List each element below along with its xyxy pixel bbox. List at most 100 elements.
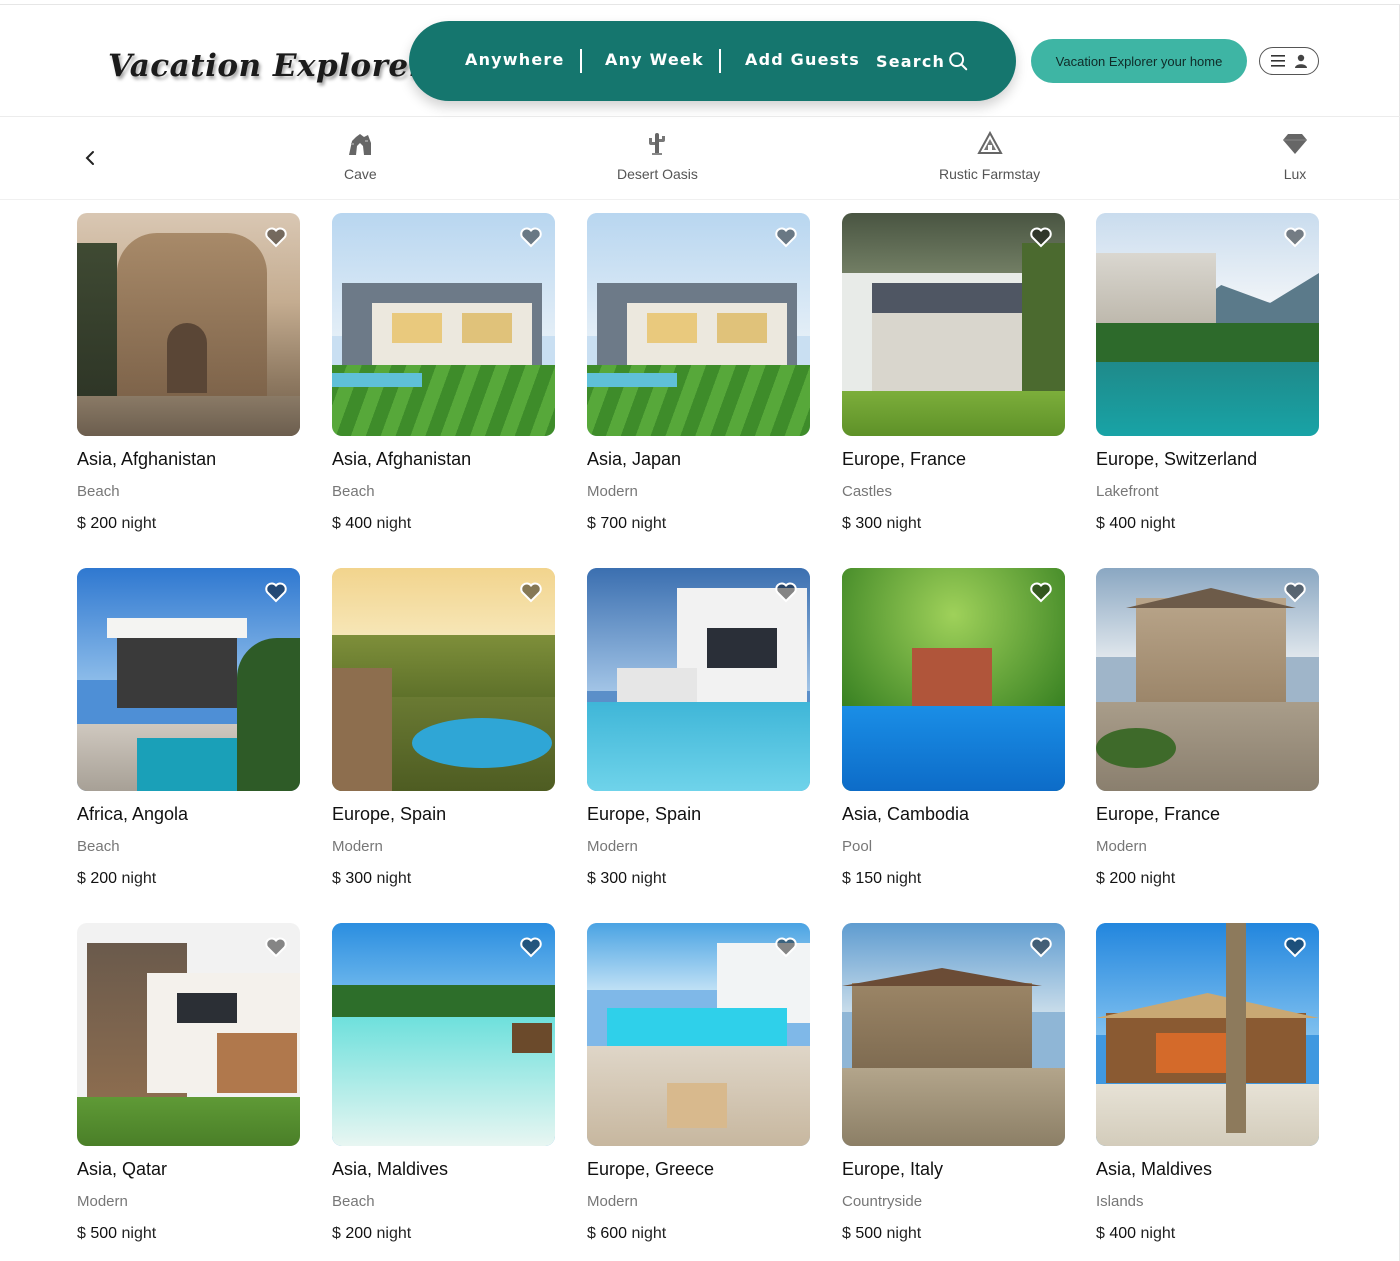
search-button[interactable]: Search: [876, 50, 969, 72]
listing-photo[interactable]: [77, 923, 300, 1146]
listing-photo[interactable]: [842, 923, 1065, 1146]
anywhere-button[interactable]: Anywhere: [465, 50, 565, 69]
listing-card[interactable]: Europe, Spain Modern $ 300 night: [587, 568, 810, 889]
menu-icon: [1270, 55, 1285, 67]
category-scroll-left-button[interactable]: [78, 146, 102, 170]
heart-icon[interactable]: [1283, 225, 1307, 249]
add-guests-button[interactable]: Add Guests: [745, 50, 860, 69]
farmstay-icon: [976, 130, 1004, 158]
listing-location: Europe, Switzerland: [1096, 449, 1258, 469]
category-desert-oasis[interactable]: Desert Oasis: [617, 130, 698, 182]
heart-icon[interactable]: [519, 935, 543, 959]
listing-location: Europe, Spain: [332, 804, 447, 824]
search-bar[interactable]: Anywhere Any Week Add Guests Search: [409, 21, 1016, 101]
listing-photo[interactable]: [1096, 568, 1319, 791]
listing-card[interactable]: Europe, France Modern $ 200 night: [1096, 568, 1319, 889]
search-divider: [719, 49, 721, 73]
heart-icon[interactable]: [1029, 225, 1053, 249]
listing-category: Modern: [332, 838, 383, 855]
listing-card[interactable]: Asia, Cambodia Pool $ 150 night: [842, 568, 1065, 889]
listing-category: Lakefront: [1096, 483, 1159, 500]
listing-location: Asia, Cambodia: [842, 804, 970, 824]
listing-card[interactable]: Asia, Japan Modern $ 700 night: [587, 213, 810, 534]
listing-card[interactable]: Asia, Afghanistan Beach $ 400 night: [332, 213, 555, 534]
category-label: Cave: [344, 166, 377, 182]
listing-card[interactable]: Europe, Greece Modern $ 600 night: [587, 923, 810, 1244]
listing-photo[interactable]: [332, 568, 555, 791]
listing-location: Europe, France: [842, 449, 967, 469]
heart-icon[interactable]: [1283, 935, 1307, 959]
listing-location: Europe, France: [1096, 804, 1221, 824]
listing-category: Castles: [842, 483, 893, 500]
host-home-button[interactable]: Vacation Explorer your home: [1031, 39, 1247, 83]
listing-photo[interactable]: [587, 923, 810, 1146]
heart-icon[interactable]: [264, 225, 288, 249]
listing-price: $ 200 night: [332, 1225, 412, 1242]
heart-icon[interactable]: [774, 225, 798, 249]
listing-card[interactable]: Asia, Afghanistan Beach $ 200 night: [77, 213, 300, 534]
listing-category: Islands: [1096, 1193, 1144, 1210]
search-label: Search: [876, 51, 946, 71]
listing-location: Africa, Angola: [77, 804, 189, 824]
heart-icon[interactable]: [264, 580, 288, 604]
category-rustic-farmstay[interactable]: Rustic Farmstay: [939, 130, 1040, 182]
listing-photo[interactable]: [332, 213, 555, 436]
listing-photo[interactable]: [587, 213, 810, 436]
heart-icon[interactable]: [519, 225, 543, 249]
search-icon: [949, 52, 968, 71]
user-menu-button[interactable]: [1259, 47, 1319, 75]
category-cave[interactable]: Cave: [344, 130, 377, 182]
listing-photo[interactable]: [1096, 213, 1319, 436]
listing-card[interactable]: Africa, Angola Beach $ 200 night: [77, 568, 300, 889]
heart-icon[interactable]: [1029, 580, 1053, 604]
listing-card[interactable]: Europe, France Castles $ 300 night: [842, 213, 1065, 534]
listing-photo[interactable]: [842, 568, 1065, 791]
chevron-left-icon: [85, 151, 94, 165]
heart-icon[interactable]: [264, 935, 288, 959]
listing-photo[interactable]: [332, 923, 555, 1146]
listing-photo[interactable]: [842, 213, 1065, 436]
listing-category: Beach: [77, 483, 120, 500]
listing-location: Europe, Greece: [587, 1159, 715, 1179]
heart-icon[interactable]: [1029, 935, 1053, 959]
listing-price: $ 150 night: [842, 870, 922, 887]
listing-category: Pool: [842, 838, 873, 855]
heart-icon[interactable]: [774, 580, 798, 604]
listing-photo[interactable]: [587, 568, 810, 791]
listing-photo[interactable]: [1096, 923, 1319, 1146]
listing-card[interactable]: Europe, Switzerland Lakefront $ 400 nigh…: [1096, 213, 1319, 534]
any-week-button[interactable]: Any Week: [605, 50, 704, 69]
listing-price: $ 300 night: [332, 870, 412, 887]
listing-location: Asia, Maldives: [332, 1159, 449, 1179]
category-lux[interactable]: Lux: [1281, 130, 1309, 182]
listing-card[interactable]: Europe, Italy Countryside $ 500 night: [842, 923, 1065, 1244]
listing-card[interactable]: Asia, Maldives Beach $ 200 night: [332, 923, 555, 1244]
listing-price: $ 200 night: [77, 515, 157, 532]
listing-category: Modern: [587, 483, 638, 500]
cave-icon: [346, 130, 374, 158]
listing-photo[interactable]: [77, 568, 300, 791]
site-logo[interactable]: Vacation Explorer: [108, 41, 425, 91]
listing-location: Asia, Japan: [587, 449, 682, 469]
search-divider: [580, 49, 582, 73]
heart-icon[interactable]: [774, 935, 798, 959]
listing-location: Asia, Afghanistan: [332, 449, 472, 469]
listing-location: Asia, Afghanistan: [77, 449, 217, 469]
listing-location: Europe, Italy: [842, 1159, 944, 1179]
listing-location: Asia, Qatar: [77, 1159, 168, 1179]
listing-card[interactable]: Europe, Spain Modern $ 300 night: [332, 568, 555, 889]
listing-category: Modern: [587, 1193, 638, 1210]
top-navbar: Vacation Explorer Anywhere Any Week Add …: [0, 5, 1400, 117]
listing-price: $ 400 night: [332, 515, 412, 532]
listing-location: Europe, Spain: [587, 804, 702, 824]
listing-price: $ 300 night: [842, 515, 922, 532]
listing-card[interactable]: Asia, Qatar Modern $ 500 night: [77, 923, 300, 1244]
listing-category: Modern: [1096, 838, 1147, 855]
listing-price: $ 200 night: [77, 870, 157, 887]
category-bar: Cave Desert Oasis Rustic Farmstay Lux: [0, 118, 1400, 200]
heart-icon[interactable]: [1283, 580, 1307, 604]
listing-card[interactable]: Asia, Maldives Islands $ 400 night: [1096, 923, 1319, 1244]
listing-photo[interactable]: [77, 213, 300, 436]
heart-icon[interactable]: [519, 580, 543, 604]
listing-category: Beach: [332, 483, 375, 500]
